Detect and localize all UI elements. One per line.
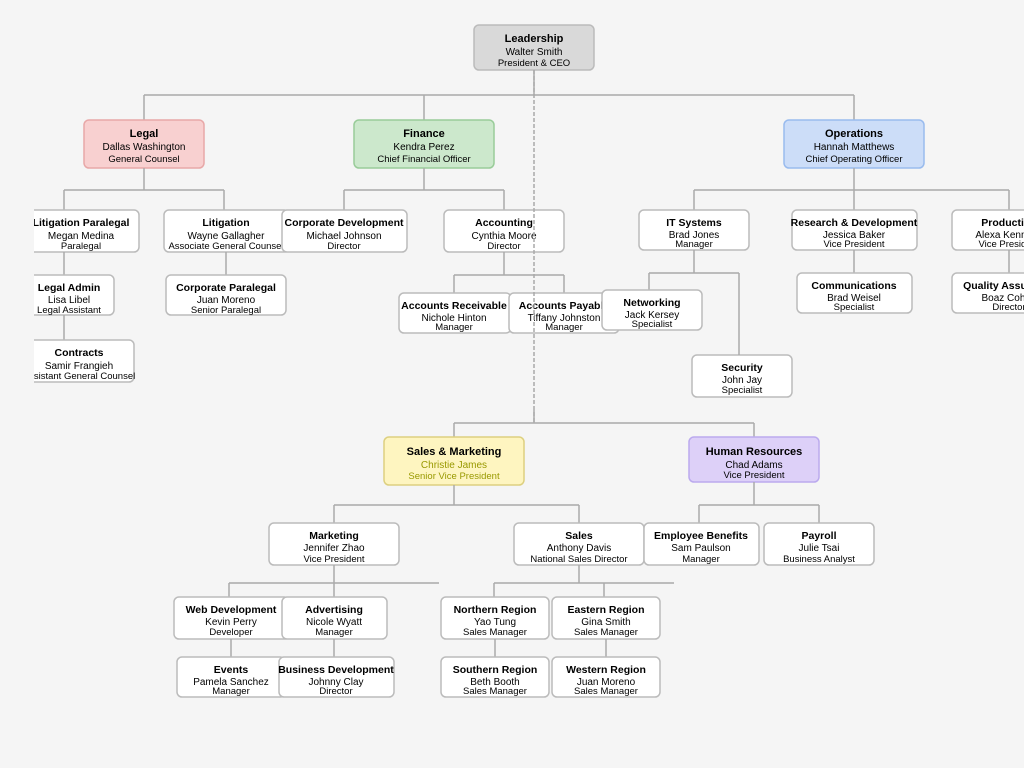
western-role: Sales Manager xyxy=(574,686,638,697)
security-title: Security xyxy=(721,362,763,374)
leadership-name: Walter Smith xyxy=(506,47,563,58)
hr-role: Vice President xyxy=(723,470,784,481)
finance-name: Kendra Perez xyxy=(393,142,454,153)
legal-admin-title: Legal Admin xyxy=(38,282,101,294)
hr-title: Human Resources xyxy=(706,446,803,458)
payroll-title: Payroll xyxy=(801,530,836,542)
networking-role: Specialist xyxy=(632,319,673,330)
litigation-title: Litigation xyxy=(202,217,249,229)
advertising-role: Manager xyxy=(315,627,353,638)
accounting-role: Director xyxy=(487,241,520,252)
leadership-role: President & CEO xyxy=(498,58,570,69)
security-role: Specialist xyxy=(722,385,763,396)
eastern-title: Eastern Region xyxy=(567,604,644,616)
marketing-title: Marketing xyxy=(309,530,359,542)
org-chart-svg: Leadership Walter Smith President & CEO … xyxy=(34,15,1024,735)
biz-dev-role: Director xyxy=(319,686,352,697)
comms-title: Communications xyxy=(811,280,896,292)
ap-title: Accounts Payable xyxy=(519,300,610,312)
sm-role: Senior Vice President xyxy=(408,471,500,482)
contracts-title: Contracts xyxy=(54,347,103,359)
eastern-role: Sales Manager xyxy=(574,627,638,638)
sales-role: National Sales Director xyxy=(530,554,627,565)
it-title: IT Systems xyxy=(666,217,722,229)
legal-admin-role: Legal Assistant xyxy=(37,305,101,316)
payroll-role: Business Analyst xyxy=(783,554,855,565)
emp-benefits-name: Sam Paulson xyxy=(671,543,730,554)
leadership-title: Leadership xyxy=(505,33,564,45)
northern-role: Sales Manager xyxy=(463,627,527,638)
corp-paralegal-title: Corporate Paralegal xyxy=(176,282,276,294)
ap-role: Manager xyxy=(545,322,583,333)
southern-title: Southern Region xyxy=(453,664,538,676)
sm-title: Sales & Marketing xyxy=(407,446,502,458)
finance-title: Finance xyxy=(403,128,445,140)
rd-title: Research & Development xyxy=(791,217,918,229)
advertising-title: Advertising xyxy=(305,604,363,616)
sales-name: Anthony Davis xyxy=(547,543,611,554)
finance-role: Chief Financial Officer xyxy=(377,154,470,165)
web-dev-role: Developer xyxy=(209,627,252,638)
operations-title: Operations xyxy=(825,128,883,140)
legal-title: Legal xyxy=(130,128,159,140)
marketing-name: Jennifer Zhao xyxy=(303,543,365,554)
legal-name: Dallas Washington xyxy=(102,142,185,153)
prod-role: Vice President xyxy=(978,239,1024,250)
operations-role: Chief Operating Officer xyxy=(806,154,903,165)
southern-role: Sales Manager xyxy=(463,686,527,697)
northern-title: Northern Region xyxy=(454,604,537,616)
litigation-role: Associate General Counsel xyxy=(168,241,283,252)
corp-paralegal-role: Senior Paralegal xyxy=(191,305,261,316)
legal-role: General Counsel xyxy=(108,154,179,165)
western-title: Western Region xyxy=(566,664,646,676)
sales-title: Sales xyxy=(565,530,593,542)
it-role: Manager xyxy=(675,239,713,250)
events-title: Events xyxy=(214,664,249,676)
marketing-role: Vice President xyxy=(303,554,364,565)
comms-role: Specialist xyxy=(834,302,875,313)
contracts-role: Assistant General Counsel xyxy=(34,371,135,382)
prod-title: Production xyxy=(981,217,1024,229)
org-chart-container: Leadership Walter Smith President & CEO … xyxy=(17,0,1007,768)
lit-paralegal-role: Paralegal xyxy=(61,241,101,252)
emp-benefits-title: Employee Benefits xyxy=(654,530,748,542)
corp-dev-role: Director xyxy=(327,241,360,252)
sm-name: Christie James xyxy=(421,460,487,471)
networking-title: Networking xyxy=(623,297,680,309)
web-dev-title: Web Development xyxy=(186,604,277,616)
operations-name: Hannah Matthews xyxy=(814,142,895,153)
lit-paralegal-title: Litigation Paralegal xyxy=(34,217,130,229)
rd-role: Vice President xyxy=(823,239,884,250)
qa-role: Director xyxy=(992,302,1024,313)
ar-role: Manager xyxy=(435,322,473,333)
accounting-title: Accounting xyxy=(475,217,533,229)
biz-dev-title: Business Development xyxy=(278,664,394,676)
emp-benefits-role: Manager xyxy=(682,554,720,565)
corp-dev-title: Corporate Development xyxy=(284,217,404,229)
qa-title: Quality Assurance xyxy=(963,280,1024,292)
events-role: Manager xyxy=(212,686,250,697)
payroll-name: Julie Tsai xyxy=(799,543,840,554)
ar-title: Accounts Receivable xyxy=(401,300,507,312)
